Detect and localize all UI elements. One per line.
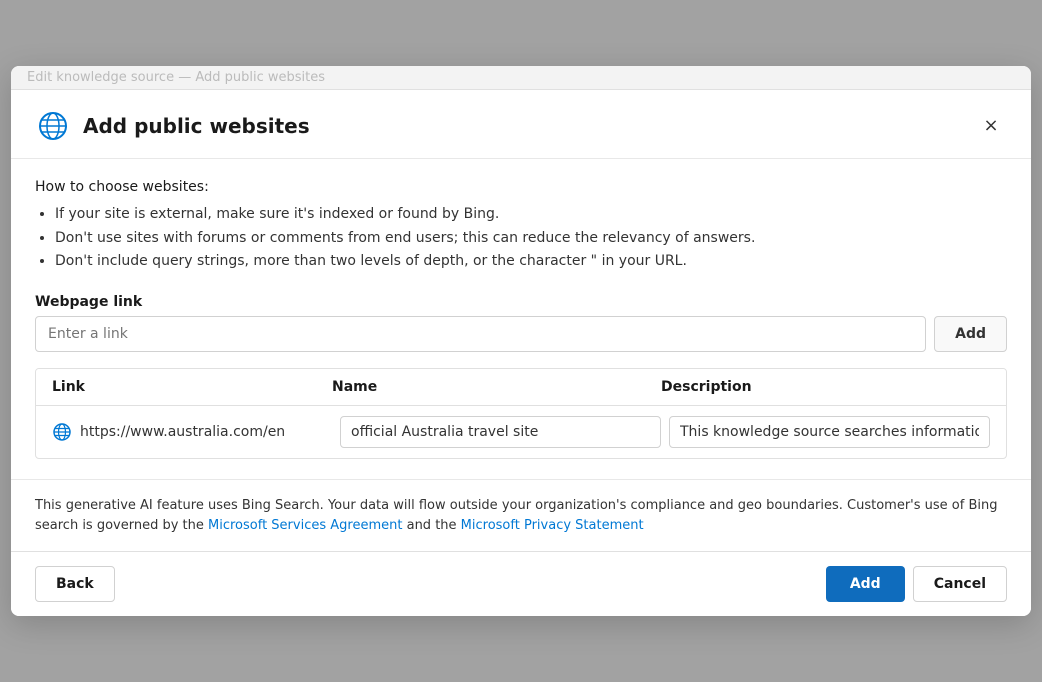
microsoft-services-link[interactable]: Microsoft Services Agreement xyxy=(208,518,402,533)
instructions-heading: How to choose websites: xyxy=(35,179,1007,195)
instruction-item-1: If your site is external, make sure it's… xyxy=(55,203,1007,227)
cell-name xyxy=(340,416,661,448)
cancel-button[interactable]: Cancel xyxy=(913,566,1007,602)
instruction-item-2: Don't use sites with forums or comments … xyxy=(55,227,1007,251)
col-header-link: Link xyxy=(52,379,332,395)
disclaimer-text-between: and the xyxy=(402,518,460,533)
background-strip: Edit knowledge source — Add public websi… xyxy=(11,66,1031,90)
footer-left: Back xyxy=(35,566,115,602)
add-link-button[interactable]: Add xyxy=(934,316,1007,352)
col-header-name: Name xyxy=(332,379,661,395)
add-button[interactable]: Add xyxy=(826,566,905,602)
table-header: Link Name Description xyxy=(36,369,1006,406)
modal-footer: Back Add Cancel xyxy=(11,551,1031,616)
form-label: Webpage link xyxy=(35,294,1007,310)
form-section: Webpage link Add xyxy=(35,294,1007,352)
modal-overlay: Edit knowledge source — Add public websi… xyxy=(0,0,1042,682)
row-globe-icon xyxy=(52,422,72,442)
modal-dialog: Edit knowledge source — Add public websi… xyxy=(11,66,1031,616)
websites-table: Link Name Description https://www.aust xyxy=(35,368,1007,459)
close-button[interactable]: × xyxy=(975,110,1007,142)
cell-link: https://www.australia.com/en xyxy=(52,422,332,442)
globe-icon xyxy=(35,108,71,144)
modal-header: Add public websites × xyxy=(11,90,1031,159)
instructions-section: How to choose websites: If your site is … xyxy=(35,179,1007,274)
name-input[interactable] xyxy=(340,416,661,448)
cell-description xyxy=(669,416,990,448)
col-header-description: Description xyxy=(661,379,990,395)
footer-right: Add Cancel xyxy=(826,566,1007,602)
table-row: https://www.australia.com/en xyxy=(36,406,1006,458)
description-input[interactable] xyxy=(669,416,990,448)
instructions-list: If your site is external, make sure it's… xyxy=(35,203,1007,274)
url-input[interactable] xyxy=(35,316,926,352)
instruction-item-3: Don't include query strings, more than t… xyxy=(55,250,1007,274)
input-row: Add xyxy=(35,316,1007,352)
back-button[interactable]: Back xyxy=(35,566,115,602)
background-title: Edit knowledge source — Add public websi… xyxy=(27,70,325,85)
disclaimer-section: This generative AI feature uses Bing Sea… xyxy=(11,479,1031,551)
cell-link-text: https://www.australia.com/en xyxy=(80,424,285,440)
modal-title: Add public websites xyxy=(83,114,963,138)
microsoft-privacy-link[interactable]: Microsoft Privacy Statement xyxy=(461,518,644,533)
modal-body: How to choose websites: If your site is … xyxy=(11,159,1031,479)
